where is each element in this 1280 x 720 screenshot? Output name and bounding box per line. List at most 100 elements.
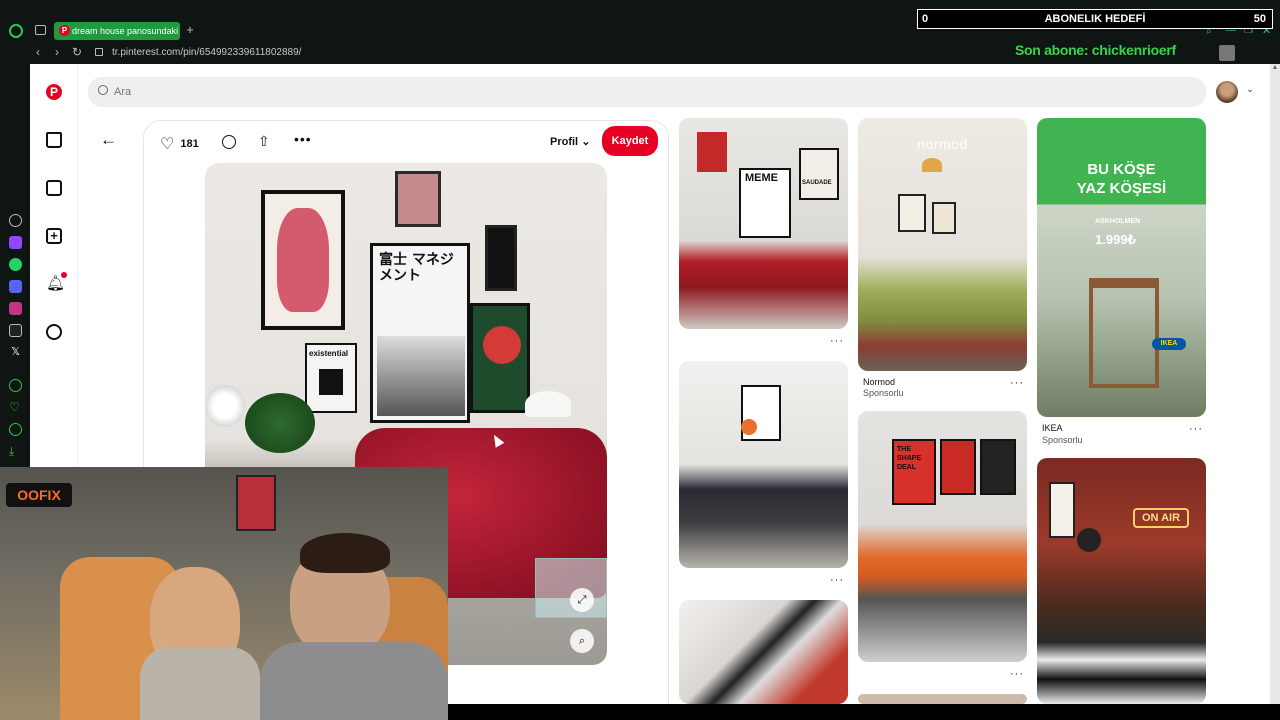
normod-sponsored: Sponsorlu <box>863 388 904 398</box>
ikea-ad-line1: BU KÖŞE <box>1087 161 1156 178</box>
grid-pin-normod[interactable]: normod <box>858 118 1027 371</box>
not-everything-poster <box>940 439 976 495</box>
red-circle-poster <box>470 303 530 413</box>
downloads-icon[interactable]: ⤓ <box>9 445 22 458</box>
visual-search-icon[interactable]: ⌕ <box>570 629 594 653</box>
wooden-chair <box>1089 278 1159 388</box>
ikea-sponsored: Sponsorlu <box>1042 435 1083 445</box>
create-icon[interactable]: + <box>46 228 62 244</box>
chatgpt-icon[interactable] <box>9 214 22 227</box>
profile-board-select[interactable]: Profil ⌄ <box>550 135 590 148</box>
reload-icon[interactable]: ↻ <box>72 45 82 59</box>
profile-label: Profil <box>550 136 579 148</box>
grid-pin-ikea[interactable]: BU KÖŞE YAZ KÖŞESİ ASKHOLMEN 1.999₺ IKEA <box>1037 118 1206 417</box>
record-poster <box>1077 528 1101 552</box>
grid-pin-3[interactable] <box>679 600 848 704</box>
amphora-poster <box>261 190 345 330</box>
tab-pinterest[interactable]: P dream house panosundaki <box>54 22 180 40</box>
url-text[interactable]: tr.pinterest.com/pin/654992339611802889/ <box>112 47 301 58</box>
mushroom-lamp <box>525 391 571 417</box>
existential-poster: existential <box>305 343 357 413</box>
grid-pin-1[interactable]: MEME SAUDADE <box>679 118 848 329</box>
pinterest-logo-icon[interactable]: P <box>46 84 62 100</box>
grid-pin-shape[interactable]: THE SHAPE DEAL <box>858 411 1027 662</box>
existential-text: existential <box>309 349 349 358</box>
stream-logo: OOFIX <box>6 483 72 507</box>
explore-icon[interactable] <box>46 180 62 196</box>
forward-nav-icon[interactable]: › <box>55 45 59 59</box>
subscriber-goal-bar: 0 ABONELIK HEDEFİ 50 <box>917 9 1273 29</box>
share-icon[interactable]: ⇧ <box>258 133 270 150</box>
chevron-down-icon[interactable]: ⌄ <box>1246 84 1254 95</box>
grid-pin-next[interactable] <box>858 694 1027 704</box>
red-art-poster <box>697 132 727 172</box>
tiktok-icon[interactable] <box>9 324 22 337</box>
home-icon[interactable] <box>46 132 62 148</box>
back-arrow-icon[interactable]: ← <box>100 130 117 150</box>
ikea-title[interactable]: IKEA <box>1042 423 1063 433</box>
page-scrollbar[interactable] <box>1270 64 1280 704</box>
ikea-ad-headline: BU KÖŞE YAZ KÖŞESİ <box>1037 160 1206 198</box>
save-button[interactable]: Kaydet <box>602 126 658 156</box>
goal-target: 50 <box>1253 13 1266 25</box>
plant <box>245 393 315 453</box>
shape-poster: THE SHAPE DEAL <box>892 439 936 505</box>
chevron-down-icon: ⌄ <box>581 136 591 148</box>
wall-poster <box>236 475 276 531</box>
webcam-overlay: OOFIX <box>0 467 448 720</box>
normod-title[interactable]: Normod <box>863 377 895 387</box>
heart-icon[interactable]: ♡ <box>160 134 174 154</box>
existential-graphic <box>319 369 343 395</box>
more-options-icon[interactable]: ··· <box>830 574 844 586</box>
player-icon[interactable] <box>9 379 22 392</box>
discord-icon[interactable] <box>9 280 22 293</box>
more-options-icon[interactable]: ••• <box>294 131 312 147</box>
search-icon <box>98 85 108 95</box>
like-count: 181 <box>180 138 199 150</box>
twitch-icon[interactable] <box>9 236 22 249</box>
normod-poster-2 <box>932 202 956 234</box>
last-subscriber-text: Son abone: chickenrioerf <box>1015 42 1176 58</box>
expand-icon[interactable]: ⤢ <box>570 588 594 612</box>
lock-icon <box>95 48 103 56</box>
messages-icon[interactable] <box>46 324 62 340</box>
instagram-icon[interactable] <box>9 302 22 315</box>
ikea-price: 1.999₺ <box>1095 232 1136 247</box>
japanese-poster-title: 富士 マネジメント <box>379 252 454 284</box>
favorites-icon[interactable]: ♡ <box>9 401 22 414</box>
grid-pin-onair[interactable]: ON AIR <box>1037 458 1206 704</box>
scroll-up-icon[interactable]: ▲ <box>1270 64 1280 74</box>
more-options-icon[interactable]: ··· <box>1010 668 1024 680</box>
new-tab-icon[interactable]: + <box>183 23 197 37</box>
avatar[interactable] <box>1216 81 1238 103</box>
pendant-lamp <box>922 158 942 172</box>
grid-pin-2[interactable] <box>679 361 848 568</box>
person-right-hair <box>300 533 390 573</box>
person-left-body <box>140 647 260 720</box>
more-options-icon[interactable]: ··· <box>830 335 844 347</box>
notifications-icon[interactable]: 🔔︎ <box>46 276 65 292</box>
notification-dot <box>61 272 67 278</box>
search-bar[interactable] <box>88 77 1206 107</box>
saudade-text: SAUDADE <box>802 180 832 186</box>
person-right-body <box>260 642 448 720</box>
meme-poster: MEME <box>739 168 791 238</box>
pagoda-image <box>377 336 465 416</box>
screen: P dream house panosundaki + ‹ › ↻ tr.pin… <box>0 0 1280 720</box>
ikea-ad-line2: YAZ KÖŞESİ <box>1076 180 1167 197</box>
more-options-icon[interactable]: ··· <box>1010 377 1024 389</box>
comment-icon[interactable] <box>222 135 236 149</box>
search-input[interactable] <box>114 83 514 101</box>
history-icon[interactable] <box>9 423 22 436</box>
small-dark-poster <box>485 225 517 291</box>
more-options-icon[interactable]: ··· <box>1189 423 1203 435</box>
meme-text: MEME <box>745 172 778 184</box>
ikea-product-name: ASKHOLMEN <box>1095 218 1141 225</box>
x-icon[interactable]: 𝕏 <box>9 346 22 359</box>
whatsapp-icon[interactable] <box>9 258 22 271</box>
shape-text: THE SHAPE DEAL <box>897 446 922 471</box>
lips-poster <box>395 171 441 227</box>
back-nav-icon[interactable]: ‹ <box>36 45 40 59</box>
normod-logo: normod <box>917 136 968 152</box>
profile-icon[interactable] <box>1219 45 1235 61</box>
